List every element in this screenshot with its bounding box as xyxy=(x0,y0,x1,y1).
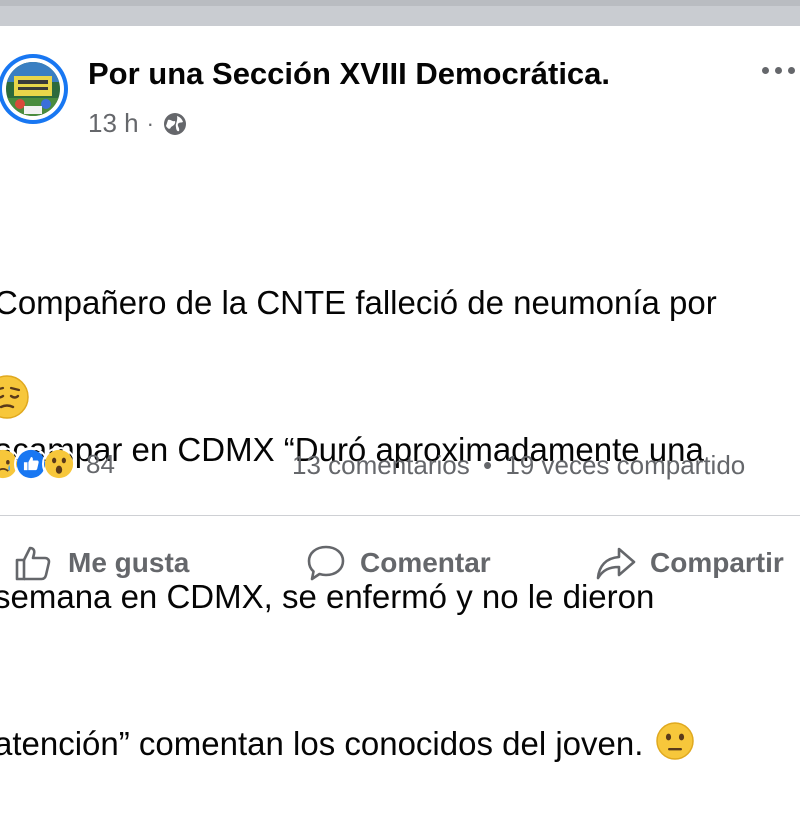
previous-post-edge xyxy=(0,0,800,26)
counts-separator: • xyxy=(483,450,493,480)
comment-label: Comentar xyxy=(360,547,491,578)
comments-count-link[interactable]: 13 comentarios xyxy=(292,450,470,480)
engagement-counts: 13 comentarios • 19 veces compartido xyxy=(292,450,745,481)
comment-bubble-icon xyxy=(307,545,345,581)
avatar-frame xyxy=(2,58,64,120)
actions-divider xyxy=(0,515,800,516)
page-logo-icon xyxy=(6,62,60,116)
post-text-line: atención” comentan los conocidos del jov… xyxy=(0,719,800,768)
comment-button[interactable]: Comentar xyxy=(304,540,491,586)
more-options-button[interactable] xyxy=(762,58,800,82)
reactions-summary[interactable]: 84 xyxy=(0,447,115,481)
like-label: Me gusta xyxy=(68,547,190,578)
top-edge-shadow xyxy=(0,0,800,6)
more-dot-3 xyxy=(788,66,795,74)
like-button[interactable]: Me gusta xyxy=(12,540,189,586)
more-dot-2 xyxy=(775,66,782,74)
globe-icon[interactable] xyxy=(162,111,188,137)
pensive-face-emoji xyxy=(0,375,29,419)
share-arrow-icon xyxy=(596,547,636,580)
meta-separator: · xyxy=(146,110,154,136)
neutral-face-emoji xyxy=(655,722,694,760)
wow-reaction-icon xyxy=(42,447,76,481)
post-text: Compañero de la CNTE falleció de neumoní… xyxy=(0,180,800,817)
post-meta: 13 h · xyxy=(88,108,188,139)
share-button[interactable]: Compartir xyxy=(594,540,784,586)
more-dot-1 xyxy=(762,66,769,74)
post-text-line: Compañero de la CNTE falleció de neumoní… xyxy=(0,284,717,321)
page-name-link[interactable]: Por una Sección XVIII Democrática. xyxy=(88,56,610,92)
thumbs-up-icon xyxy=(15,546,51,581)
shares-count-link[interactable]: 19 veces compartido xyxy=(505,450,745,480)
page-avatar[interactable] xyxy=(0,54,68,124)
reaction-count: 84 xyxy=(86,448,115,479)
post-text-line-content: atención” comentan los conocidos del jov… xyxy=(0,725,653,762)
post-time[interactable]: 13 h xyxy=(88,108,139,139)
share-label: Compartir xyxy=(650,547,784,578)
